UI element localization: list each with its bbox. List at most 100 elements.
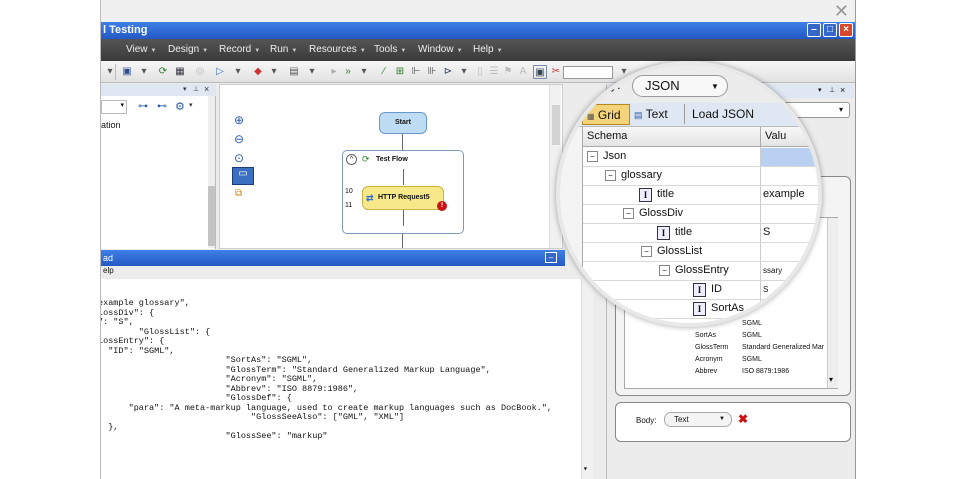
menu-record[interactable]: Record ▼ (219, 44, 260, 55)
window-titlebar: l Testing – □ × (101, 22, 855, 39)
tree-row-glossentry[interactable]: − GlossEntry ssary (583, 262, 818, 281)
gear-icon[interactable]: ⚙ (175, 100, 185, 113)
chevron-down-icon[interactable]: ▾ (183, 85, 187, 93)
forward-icon[interactable]: » (341, 65, 355, 79)
screen-select-icon[interactable]: ▭ (232, 167, 254, 185)
chevron-down-icon[interactable]: ▾ (829, 375, 833, 384)
chevron-down-icon[interactable]: ▾ (267, 65, 281, 79)
error-icon[interactable]: ! (437, 201, 447, 211)
pin-icon[interactable]: ⊥ (829, 86, 835, 94)
flow-connector (403, 210, 404, 226)
body-type-select[interactable]: Text ▼ (664, 412, 732, 427)
save-icon[interactable]: ▣ (120, 65, 134, 79)
zoom-out-icon[interactable]: ⊖ (234, 132, 244, 146)
tree-row-glosslist[interactable]: − GlossList (583, 243, 818, 262)
flow-connector (402, 234, 403, 248)
zoom-fit-icon[interactable]: ⊙ (234, 151, 244, 165)
chevron-down-icon[interactable]: ▼ (711, 82, 719, 91)
align-icon[interactable]: ⊪ (425, 65, 439, 79)
chevron-down-icon[interactable]: ▾ (357, 65, 371, 79)
tree-row-title[interactable]: I title S (583, 224, 818, 243)
chevron-down-icon[interactable]: ▼ (719, 416, 725, 422)
editor-minimize-icon[interactable]: – (545, 252, 557, 263)
next-icon[interactable]: ⊳ (441, 65, 455, 79)
magnified-body-select[interactable]: JSON ▼ (632, 75, 728, 97)
tab-load-json[interactable]: Load JSON (692, 107, 754, 121)
chevron-down-icon[interactable]: ▾ (100, 44, 101, 52)
hierarchy-icon[interactable]: ⊷ (157, 101, 167, 112)
chevron-down-icon[interactable]: ▾ (457, 65, 471, 79)
grid-scrollbar[interactable]: ▾ (827, 218, 838, 388)
menu-help[interactable]: Help ▼ (473, 44, 503, 55)
tab-text[interactable]: ▤ Text (634, 107, 668, 121)
chevron-down-icon[interactable]: ▾ (583, 465, 588, 475)
line-number: 11 (345, 202, 353, 209)
menu-window[interactable]: Window ▼ (418, 44, 463, 55)
grid-row-abbrev[interactable]: Abbrev (695, 368, 717, 375)
tree-row-glossary[interactable]: − glossary (583, 167, 818, 186)
refresh-icon[interactable]: ⟳ (156, 65, 170, 79)
clipboard-icon[interactable]: ▤ (287, 65, 301, 79)
collapse-icon[interactable]: − (605, 170, 616, 181)
chevron-down-icon[interactable]: ▾ (839, 105, 843, 114)
collapse-icon[interactable]: ^ (346, 154, 357, 165)
flow-connector (402, 134, 403, 150)
close-icon[interactable]: × (840, 85, 845, 95)
grid-row-glossterm[interactable]: GlossTerm (695, 344, 728, 351)
left-dropdown[interactable]: ▾ (101, 100, 127, 114)
chevron-down-icon[interactable]: ▾ (231, 65, 245, 79)
record-icon[interactable]: ◆ (251, 65, 265, 79)
chevron-down-icon[interactable]: ▾ (818, 86, 822, 94)
list-icon: ☰ (489, 66, 499, 77)
selected-value-cell[interactable] (761, 148, 818, 166)
pin-icon[interactable]: ⊥ (193, 85, 199, 93)
json-editor[interactable]: example glossary", lossDiv": { ": "S", "… (101, 279, 593, 479)
delete-icon[interactable]: ✖ (738, 412, 748, 426)
screen-icon[interactable]: ▣ (533, 65, 547, 79)
grid-row-sortas[interactable]: SortAs (695, 332, 716, 339)
collapse-icon[interactable]: − (623, 208, 634, 219)
maximize-icon[interactable]: □ (823, 23, 837, 37)
grid-row-acronym[interactable]: Acronym (695, 356, 723, 363)
tab-grid[interactable]: ▦ Grid (582, 104, 630, 125)
test-flow-group[interactable]: ^ ⟳ Test Flow 10 11 ⇄ HTTP Request5 ! (342, 150, 464, 234)
chevron-down-icon[interactable]: ▾ (137, 65, 151, 79)
collapse-icon[interactable]: − (659, 265, 670, 276)
tree-row-json[interactable]: − Json (583, 148, 818, 167)
menu-view[interactable]: View ▼ (126, 44, 156, 55)
menu-run[interactable]: Run ▼ (270, 44, 297, 55)
grid-value: ISO 8879:1986 (742, 368, 790, 375)
left-scrollbar[interactable] (208, 96, 215, 248)
close-icon[interactable]: ✕ (834, 1, 849, 22)
collapse-icon[interactable]: − (641, 246, 652, 257)
menu-resources[interactable]: Resources ▼ (309, 44, 366, 55)
collapse-icon[interactable]: − (587, 151, 598, 162)
flow-node-http-request[interactable]: ⇄ HTTP Request5 ! (362, 186, 447, 211)
component-icon[interactable]: ⧉ (235, 188, 242, 199)
http-icon: ⇄ (366, 193, 374, 203)
chevron-down-icon[interactable]: ▾ (189, 101, 193, 109)
close-icon[interactable]: × (204, 84, 209, 94)
minimize-icon[interactable]: – (807, 23, 821, 37)
menu-design[interactable]: Design ▼ (168, 44, 208, 55)
columns-icon[interactable]: ⊩ (409, 65, 423, 79)
grid-icon: ▦ (587, 112, 595, 121)
wand-icon[interactable]: ⁄ (377, 65, 391, 79)
play-icon[interactable]: ▷ (213, 65, 227, 79)
magnified-grid[interactable]: Schema Valu − Json − glossary I title ex… (582, 127, 818, 323)
tree-row-glossdiv[interactable]: − GlossDiv (583, 205, 818, 224)
tree-row-title[interactable]: I title example (583, 186, 818, 205)
magnified-tabs: ▦ Grid ▤ Text Load JSON (560, 103, 818, 127)
zoom-in-icon[interactable]: ⊕ (234, 113, 244, 127)
tree-row-id[interactable]: I ID S (583, 281, 818, 300)
text-icon: ▤ (634, 110, 643, 120)
capture-icon[interactable]: ⊞ (393, 65, 407, 79)
menu-tools[interactable]: Tools ▼ (374, 44, 406, 55)
window-close-icon[interactable]: × (839, 23, 853, 37)
grid-icon[interactable]: ▦ (173, 65, 187, 79)
tree-icon[interactable]: ⊶ (138, 101, 148, 112)
editor-menu-help[interactable]: elp (103, 266, 114, 275)
flow-node-start[interactable]: Start (379, 112, 427, 134)
tree-row-sortas[interactable]: I SortAs (583, 300, 818, 319)
chevron-down-icon[interactable]: ▾ (305, 65, 319, 79)
